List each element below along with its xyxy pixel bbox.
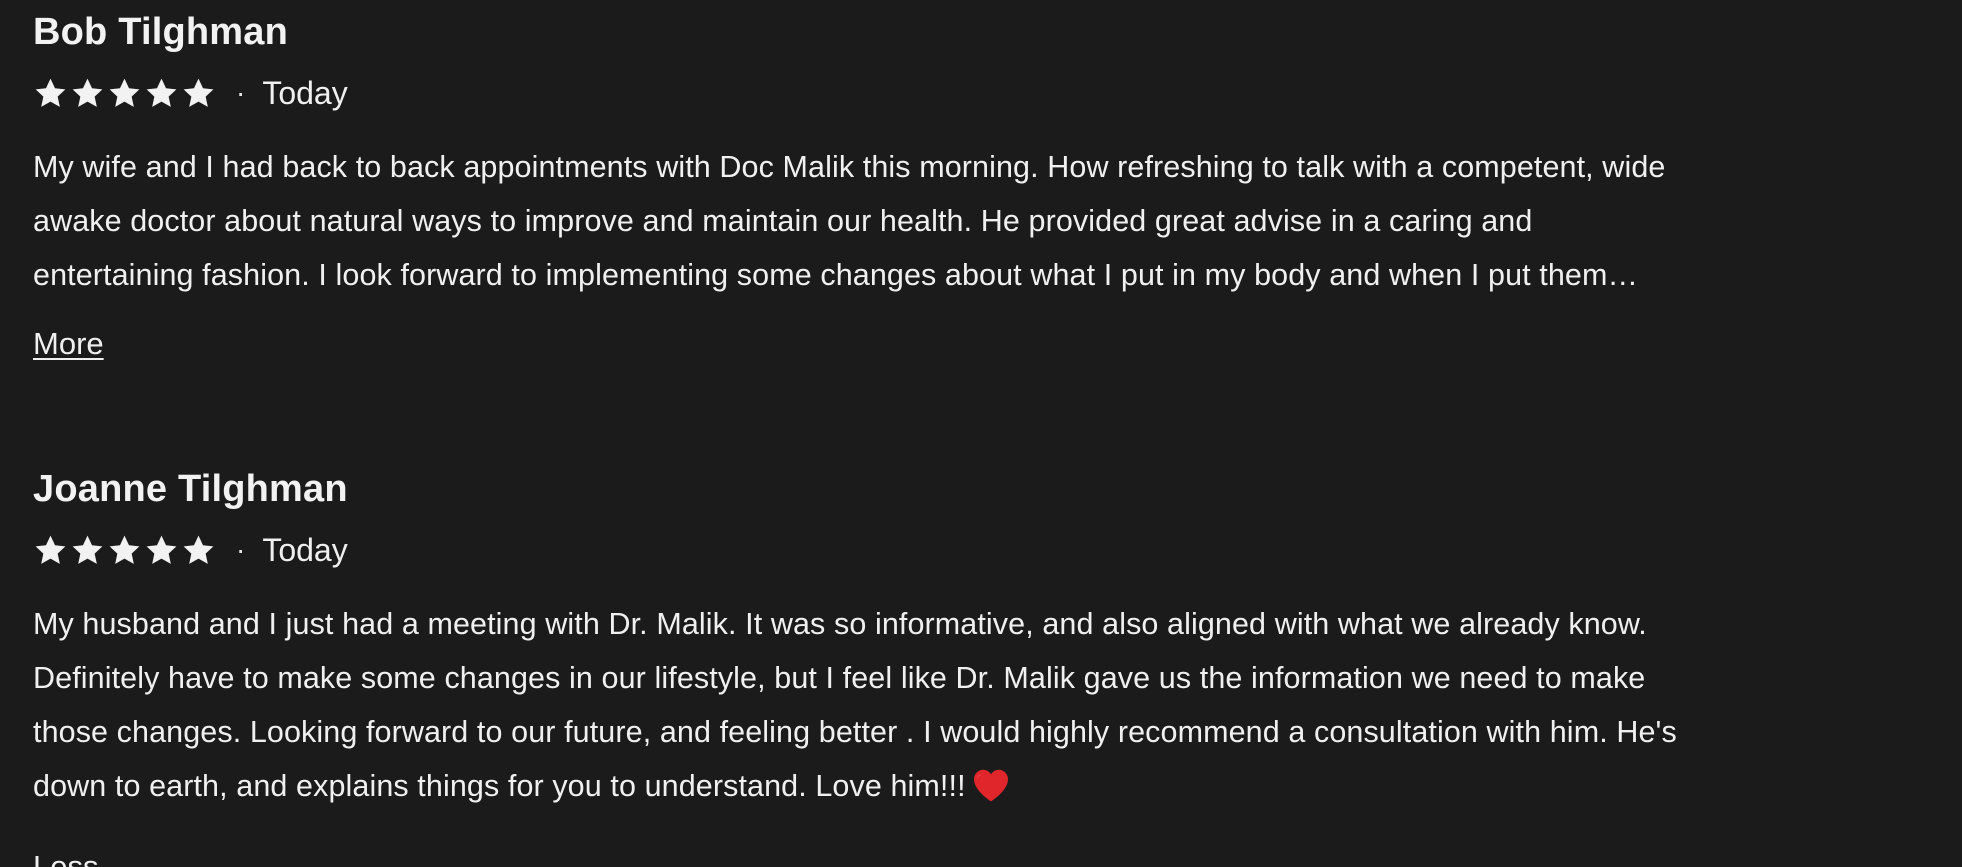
review-text-line-content: down to earth, and explains things for y… xyxy=(33,769,966,803)
review-text-line: those changes. Looking forward to our fu… xyxy=(33,715,1677,749)
star-icon xyxy=(107,76,142,111)
review-text-line-last: down to earth, and explains things for y… xyxy=(33,759,1923,813)
review-text: My wife and I had back to back appointme… xyxy=(33,140,1923,302)
star-rating xyxy=(33,533,216,568)
review-text-line: entertaining fashion. I look forward to … xyxy=(33,258,1639,292)
star-icon xyxy=(70,533,105,568)
review-date: Today xyxy=(262,74,348,111)
more-link[interactable]: More xyxy=(33,324,104,364)
star-icon xyxy=(144,76,179,111)
star-icon xyxy=(107,533,142,568)
reviewer-name[interactable]: Joanne Tilghman xyxy=(33,457,1923,521)
star-rating xyxy=(33,76,216,111)
meta-separator: · xyxy=(236,77,246,108)
star-icon xyxy=(33,76,68,111)
review-card: Joanne Tilghman · Today My husband and I… xyxy=(33,457,1923,813)
review-meta: · Today xyxy=(33,521,1923,579)
review-meta: · Today xyxy=(33,64,1923,122)
star-icon xyxy=(70,76,105,111)
review-text-line: My husband and I just had a meeting with… xyxy=(33,607,1647,641)
review-text-line: Definitely have to make some changes in … xyxy=(33,661,1646,695)
star-icon xyxy=(144,533,179,568)
star-icon xyxy=(181,76,216,111)
star-icon xyxy=(181,533,216,568)
review-card: Bob Tilghman · Today My wife and I had b… xyxy=(33,0,1923,364)
heart-icon xyxy=(972,768,1010,802)
review-text-line: awake doctor about natural ways to impro… xyxy=(33,204,1533,238)
less-link[interactable]: Less xyxy=(33,847,98,867)
reviewer-name[interactable]: Bob Tilghman xyxy=(33,0,1923,64)
review-text-line: My wife and I had back to back appointme… xyxy=(33,150,1666,184)
review-text: My husband and I just had a meeting with… xyxy=(33,597,1923,813)
meta-separator: · xyxy=(236,534,246,565)
review-date: Today xyxy=(262,531,348,568)
star-icon xyxy=(33,533,68,568)
